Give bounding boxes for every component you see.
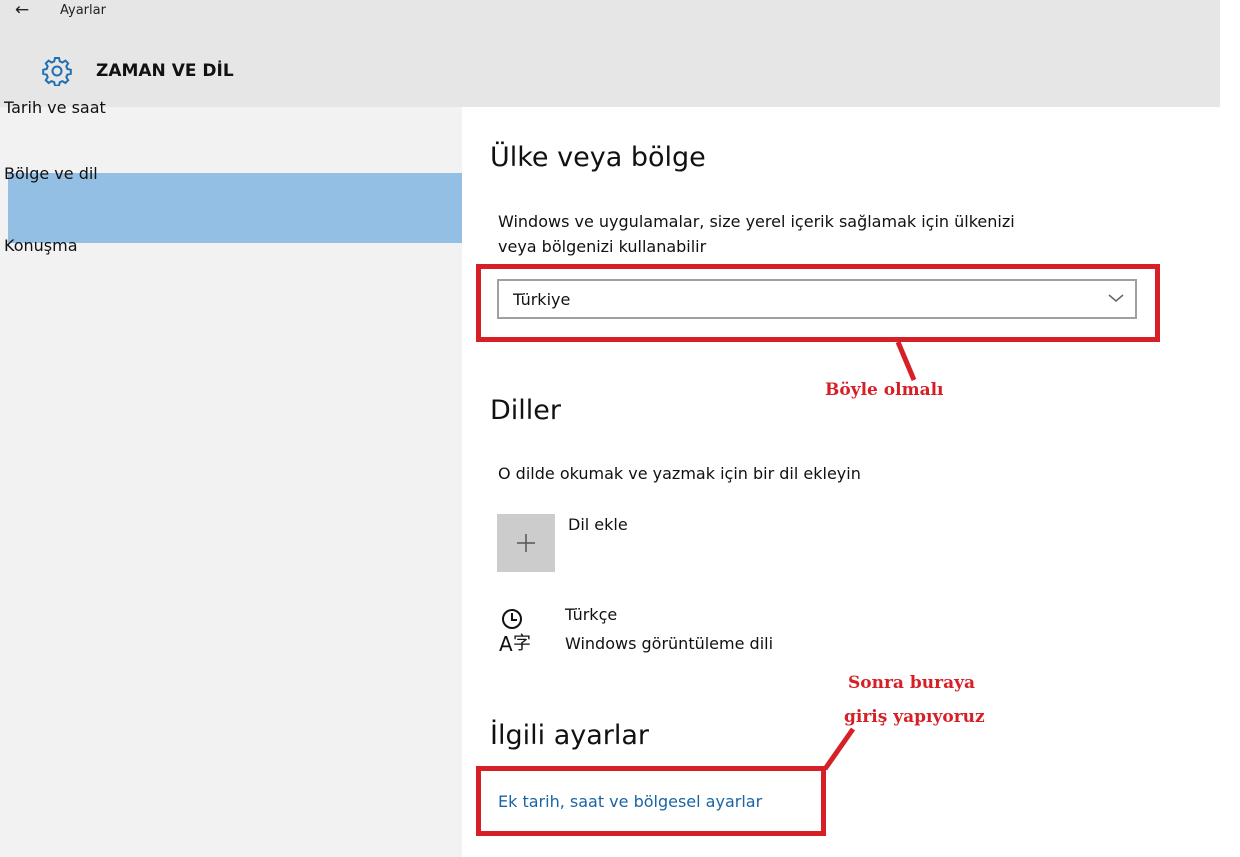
header-bar: ← Ayarlar ZAMAN VE DİL bbox=[0, 0, 1220, 107]
languages-description: O dilde okumak ve yazmak için bir dil ek… bbox=[498, 464, 861, 483]
region-description-line1: Windows ve uygulamalar, size yerel içeri… bbox=[498, 212, 1015, 231]
region-description-line2: veya bölgenizi kullanabilir bbox=[498, 237, 707, 256]
additional-regional-settings-link[interactable]: Ek tarih, saat ve bölgesel ayarlar bbox=[498, 792, 762, 811]
sidebar-item-label: Konuşma bbox=[4, 236, 78, 255]
plus-icon bbox=[517, 534, 535, 552]
add-language-label[interactable]: Dil ekle bbox=[568, 515, 628, 534]
app-title: Ayarlar bbox=[60, 3, 106, 18]
sidebar-item-label: Tarih ve saat bbox=[4, 98, 106, 117]
sidebar: Tarih ve saat Bölge ve dil Konuşma bbox=[0, 98, 462, 857]
back-arrow-icon[interactable]: ← bbox=[10, 0, 34, 24]
related-heading: İlgili ayarlar bbox=[490, 720, 650, 751]
section-title: ZAMAN VE DİL bbox=[96, 61, 234, 81]
svg-text:A: A bbox=[499, 632, 513, 656]
language-name[interactable]: Türkçe bbox=[565, 605, 617, 624]
language-subtitle: Windows görüntüleme dili bbox=[565, 634, 774, 653]
add-language-button[interactable] bbox=[497, 514, 555, 572]
language-icon: A 字 bbox=[499, 609, 531, 656]
annotation-note-2-line1: Sonra buraya bbox=[848, 673, 975, 693]
region-heading: Ülke veya bölge bbox=[490, 142, 706, 173]
annotation-note-2-line2: giriş yapıyoruz bbox=[844, 707, 985, 727]
sidebar-item-label: Bölge ve dil bbox=[4, 164, 98, 183]
annotation-note-1: Böyle olmalı bbox=[825, 380, 944, 400]
languages-heading: Diller bbox=[490, 395, 562, 426]
svg-text:字: 字 bbox=[513, 633, 531, 654]
highlight-box-region bbox=[476, 264, 1160, 342]
sidebar-item-konusma[interactable]: Konuşma bbox=[4, 236, 462, 315]
